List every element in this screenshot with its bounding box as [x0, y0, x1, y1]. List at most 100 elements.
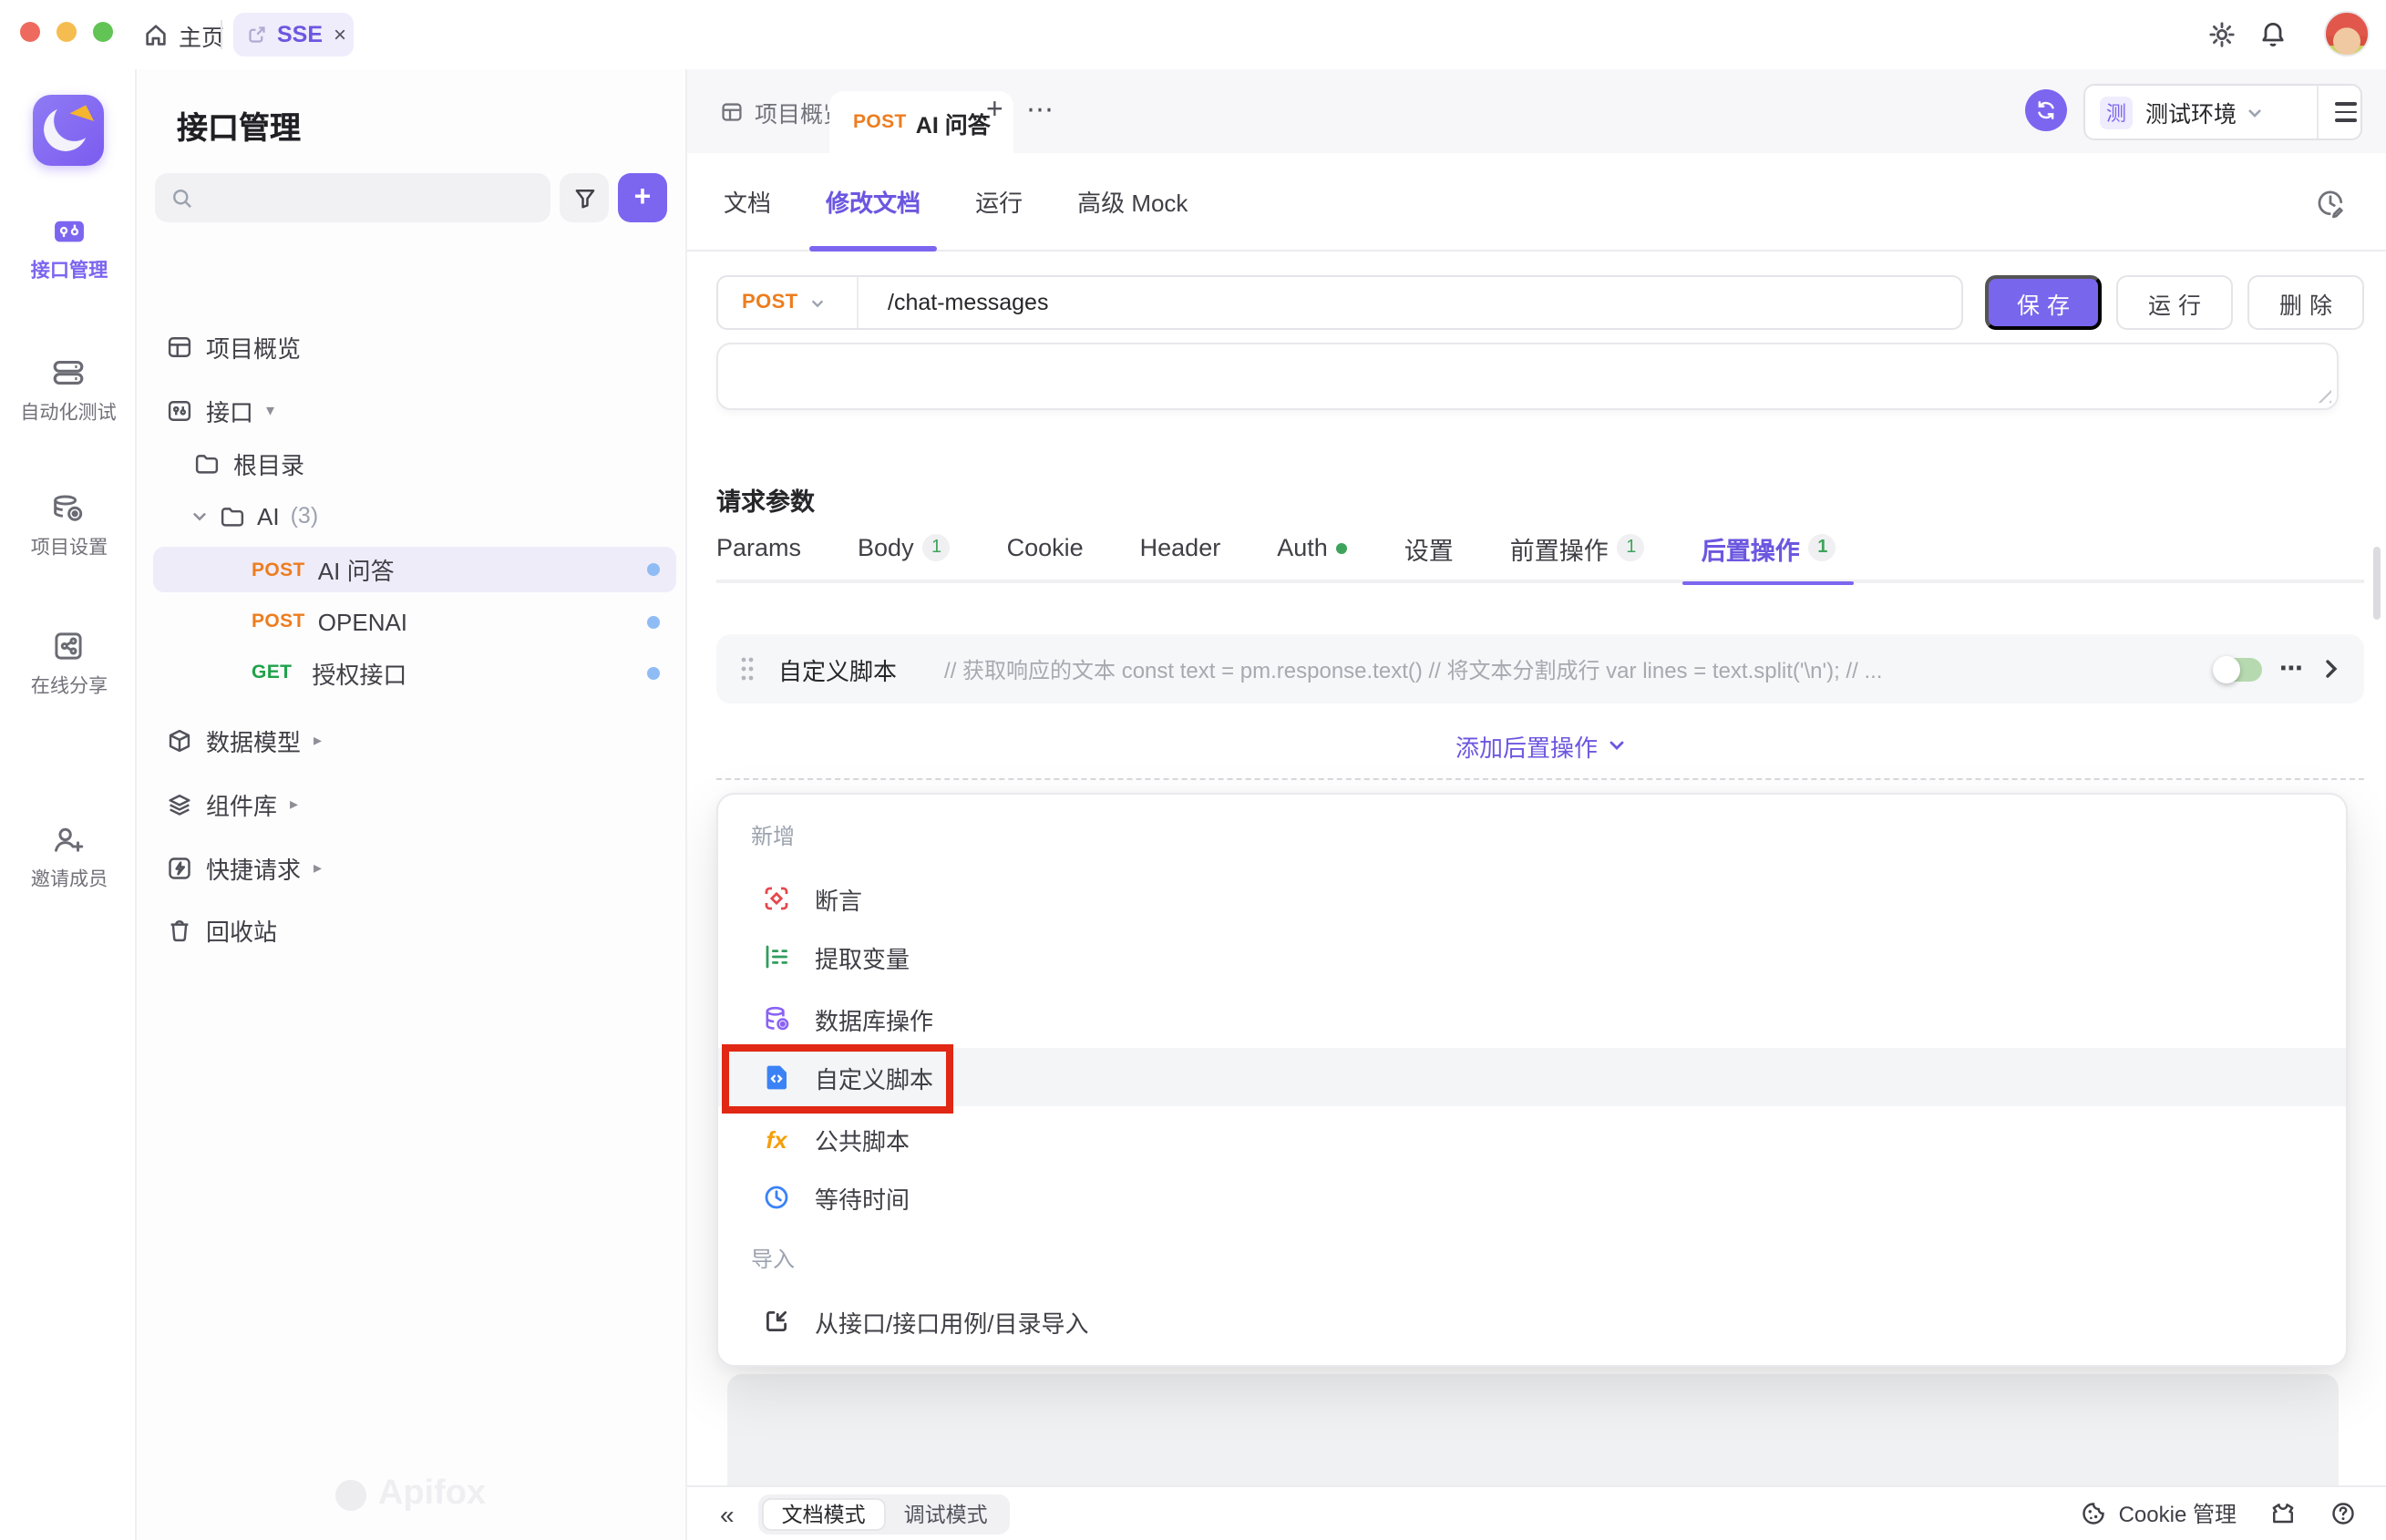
cookie-manager-button[interactable]: Cookie 管理	[2081, 1498, 2237, 1529]
close-tab-icon[interactable]: ×	[334, 22, 346, 47]
endpoint-path-input[interactable]	[859, 290, 1961, 315]
main-area: 项目概览 POST AI 问答 + ⋯ 测 测试环境 文档	[687, 69, 2386, 1540]
delete-button[interactable]: 删除	[2247, 275, 2364, 330]
method-select[interactable]: POST	[718, 277, 859, 328]
tree-item-recycle-bin[interactable]: 回收站	[151, 908, 671, 951]
close-window-button[interactable]	[20, 22, 40, 42]
tree-item-root-folder[interactable]: 根目录	[151, 441, 671, 485]
add-post-operation-button[interactable]: 添加后置操作	[716, 720, 2364, 771]
sidebar-item-api-management[interactable]: 接口管理	[0, 215, 137, 284]
sidebar-item-online-share[interactable]: 在线分享	[0, 631, 137, 700]
endpoint-subtabs: 文档 修改文档 运行 高级 Mock	[687, 153, 2386, 252]
tree-item-endpoint-openai[interactable]: POST OPENAI	[151, 600, 671, 643]
caret-down-icon[interactable]: ▾	[266, 400, 274, 420]
run-button[interactable]: 运行	[2116, 275, 2233, 330]
param-tab-header[interactable]: Header	[1140, 514, 1221, 581]
param-tab-post-operations[interactable]: 后置操作1	[1702, 514, 1836, 581]
filter-button[interactable]	[560, 173, 609, 222]
project-settings-icon	[51, 492, 86, 523]
environment-selector[interactable]: 测 测试环境	[2083, 84, 2362, 140]
tree-item-data-models[interactable]: 数据模型 ▸	[151, 718, 671, 762]
param-tab-settings[interactable]: 设置	[1404, 514, 1454, 581]
caret-right-icon[interactable]: ▸	[314, 730, 322, 750]
rail-item-label: 邀请成员	[30, 865, 107, 893]
param-tab-params[interactable]: Params	[716, 514, 801, 581]
add-api-button[interactable]: +	[618, 173, 667, 222]
debug-mode-segment[interactable]: 调试模式	[886, 1497, 1006, 1530]
new-tab-button[interactable]: +	[986, 95, 1003, 128]
search-input[interactable]	[155, 173, 550, 222]
menu-item-import-from-api[interactable]: 从接口/接口用例/目录导入	[718, 1292, 2346, 1350]
doc-mode-segment[interactable]: 文档模式	[762, 1497, 886, 1530]
overview-grid-icon	[166, 333, 193, 360]
tree-item-endpoint-ai-qa[interactable]: POST AI 问答	[151, 547, 671, 592]
tree-item-quick-request[interactable]: 快捷请求 ▸	[151, 846, 671, 889]
tree-item-project-overview[interactable]: 项目概览	[151, 324, 671, 368]
rail-item-label: 在线分享	[30, 672, 107, 700]
notifications-bell-icon[interactable]	[2258, 20, 2288, 49]
minimize-window-button[interactable]	[57, 22, 77, 42]
mode-switcher: 文档模式 调试模式	[758, 1494, 1010, 1534]
collapse-sidebar-icon[interactable]: «	[720, 1499, 735, 1528]
request-param-tabs: Params Body1 Cookie Header Auth 设置 前置操作1…	[716, 516, 2364, 583]
invite-members-icon	[51, 824, 86, 855]
sidebar-item-automated-testing[interactable]: 自动化测试	[0, 357, 137, 426]
tree-item-api-section[interactable]: 接口 ▾	[151, 388, 671, 432]
subtab-advanced-mock[interactable]: 高级 Mock	[1077, 152, 1188, 251]
menu-item-label: 等待时间	[815, 1180, 910, 1215]
drag-handle-icon[interactable]	[740, 656, 755, 682]
param-tab-pre-operations[interactable]: 前置操作1	[1510, 514, 1645, 581]
menu-item-assertion[interactable]: 断言	[718, 869, 2346, 928]
scrollbar-thumb[interactable]	[2373, 547, 2381, 620]
plus-icon: +	[634, 181, 652, 214]
row-more-menu-icon[interactable]: ⋯	[2279, 654, 2304, 683]
settings-gear-icon[interactable]	[2207, 20, 2237, 49]
sse-project-tab[interactable]: SSE ×	[233, 13, 354, 56]
api-section-icon	[166, 396, 193, 424]
param-tab-auth[interactable]: Auth	[1277, 514, 1348, 581]
theme-tshirt-icon[interactable]	[2269, 1500, 2297, 1527]
history-clock-icon[interactable]	[2315, 188, 2346, 219]
zoom-window-button[interactable]	[93, 22, 113, 42]
menu-item-public-script[interactable]: fx 公共脚本	[718, 1110, 2346, 1168]
subtab-run[interactable]: 运行	[975, 152, 1023, 251]
menu-item-database-operation[interactable]: 数据库操作	[718, 990, 2346, 1048]
expand-chevron-icon[interactable]	[2322, 658, 2340, 680]
menu-item-extract-variable[interactable]: 提取变量	[718, 928, 2346, 986]
menu-item-label: 自定义脚本	[815, 1060, 933, 1094]
count-badge: 1	[1809, 534, 1836, 561]
param-tab-cookie[interactable]: Cookie	[1007, 514, 1084, 581]
tree-item-ai-folder[interactable]: AI (3)	[151, 494, 671, 538]
chevron-down-icon[interactable]	[191, 508, 208, 524]
save-button[interactable]: 保存	[1985, 275, 2102, 330]
menu-item-custom-script[interactable]: 自定义脚本	[718, 1048, 2346, 1106]
environment-badge: 测	[2100, 96, 2133, 128]
tab-overflow-menu[interactable]: ⋯	[1026, 93, 1055, 126]
home-tab-label: 主页	[179, 17, 224, 52]
chevron-down-icon	[809, 294, 826, 311]
menu-item-wait-time[interactable]: 等待时间	[718, 1168, 2346, 1227]
caret-right-icon[interactable]: ▸	[290, 794, 298, 814]
folder-count: (3)	[291, 503, 319, 529]
param-tab-body[interactable]: Body1	[858, 514, 951, 581]
sidebar-item-project-settings[interactable]: 项目设置	[0, 492, 137, 561]
environment-menu-icon[interactable]	[2326, 86, 2364, 139]
description-textarea[interactable]	[716, 343, 2339, 410]
caret-right-icon[interactable]: ▸	[314, 857, 322, 878]
tree-item-endpoint-auth[interactable]: GET 授权接口	[151, 651, 671, 694]
dashed-divider	[716, 778, 2364, 780]
help-icon[interactable]	[2329, 1500, 2357, 1527]
apifox-watermark-text: Apifox	[378, 1474, 486, 1514]
tree-item-component-library[interactable]: 组件库 ▸	[151, 782, 671, 826]
enabled-toggle[interactable]	[2214, 657, 2261, 681]
sync-status-button[interactable]	[2025, 89, 2067, 131]
tab-project-overview[interactable]: 项目概览	[720, 69, 846, 153]
count-badge: 1	[923, 534, 951, 561]
subtab-document[interactable]: 文档	[724, 152, 771, 251]
endpoint-name: OPENAI	[318, 608, 407, 635]
custom-script-row[interactable]: 自定义脚本 // 获取响应的文本 const text = pm.respons…	[716, 634, 2364, 703]
user-avatar[interactable]	[2324, 11, 2370, 56]
sidebar-item-invite-members[interactable]: 邀请成员	[0, 824, 137, 893]
subtab-edit-document[interactable]: 修改文档	[826, 152, 920, 251]
home-tab[interactable]: 主页	[135, 13, 231, 56]
